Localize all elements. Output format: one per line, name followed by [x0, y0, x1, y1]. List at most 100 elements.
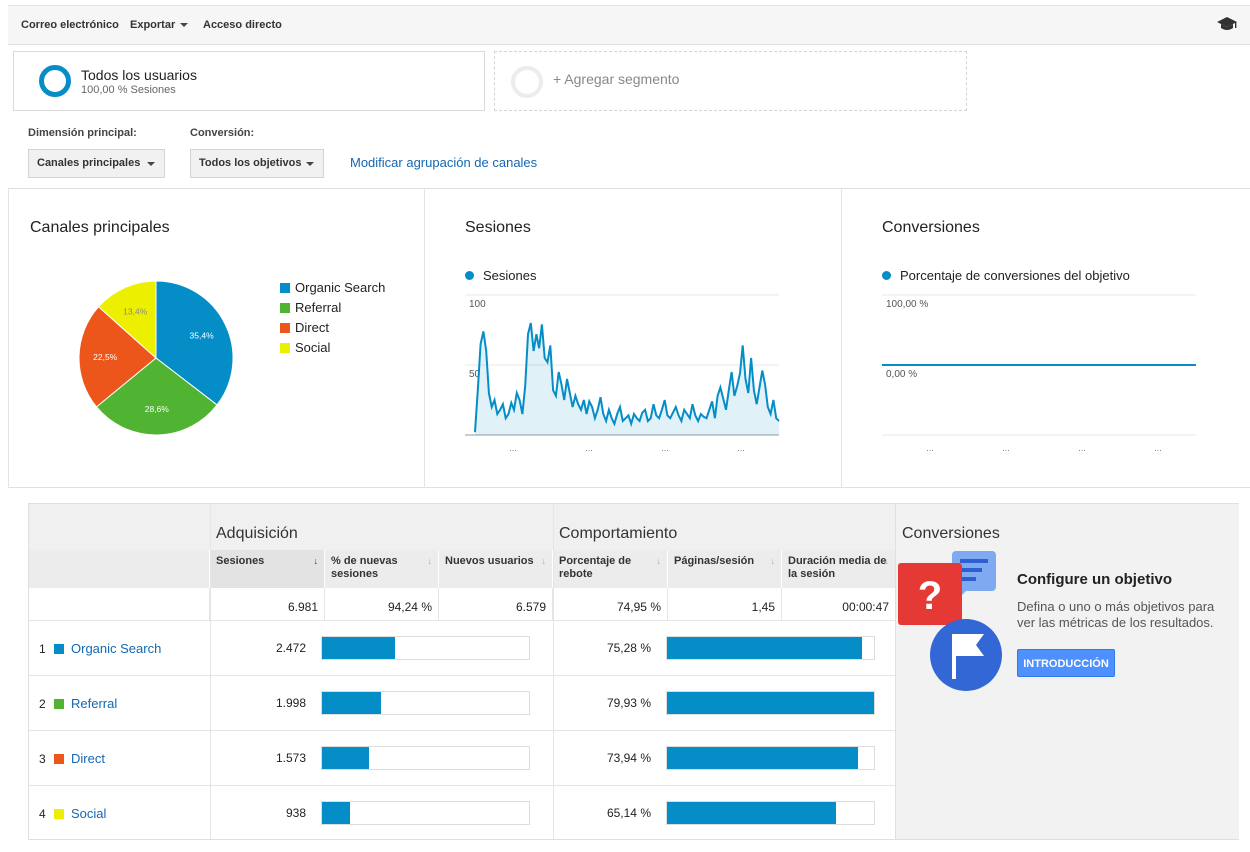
- table-row: 4 Social 938 65,14 %: [29, 785, 896, 840]
- dimension-label: Dimensión principal:: [28, 127, 137, 139]
- x-tick-label: ...: [509, 443, 517, 453]
- legend-label: Referral: [295, 300, 342, 315]
- legend-swatch: [280, 303, 290, 313]
- duration-col-head[interactable]: Duración media de la sesión ↓: [782, 550, 896, 588]
- totals-blank: [29, 588, 210, 620]
- row-number: 4: [39, 807, 46, 821]
- x-tick-label: ...: [661, 443, 669, 453]
- channel-link[interactable]: Referral: [71, 696, 117, 711]
- dimension-value: Canales principales: [37, 157, 141, 169]
- channel-link[interactable]: Social: [71, 806, 106, 821]
- channel-col-head: [29, 550, 210, 588]
- column-divider: [210, 504, 211, 839]
- conversions-panel: Conversiones Porcentaje de conversiones …: [841, 189, 1250, 488]
- pages-col-head[interactable]: Páginas/sesión ↓: [668, 550, 782, 588]
- graduation-cap-icon[interactable]: [1216, 16, 1238, 32]
- export-label: Exportar: [130, 19, 176, 31]
- row-sessions: 2.472: [275, 641, 306, 655]
- add-segment-label: + Agregar segmento: [553, 71, 680, 87]
- behavior-group: Comportamiento: [553, 504, 896, 550]
- dimension-select[interactable]: Canales principales: [28, 149, 165, 178]
- conversions-title: Conversiones: [882, 219, 980, 236]
- legend-swatch: [280, 323, 290, 333]
- legend-item: Direct: [280, 320, 329, 335]
- x-tick-label: ...: [926, 443, 934, 453]
- conversions-chart: 100,00 % 0,00 %............: [882, 294, 1196, 453]
- sessions-panel: Sesiones Sesiones 100 50............: [424, 189, 841, 488]
- y-tick-label: 0,00 %: [886, 369, 917, 380]
- modify-channel-grouping-link[interactable]: Modificar agrupación de canales: [350, 155, 537, 170]
- row-bounce: 79,93 %: [606, 696, 651, 710]
- conversions-box: Conversiones ? Configure un objetivo Def…: [895, 504, 1239, 839]
- email-button[interactable]: Correo electrónico: [21, 19, 119, 31]
- bounce-bar-fill: [667, 637, 862, 659]
- bounce-bar-fill: [667, 692, 874, 714]
- sort-icon[interactable]: ↓: [771, 555, 776, 568]
- acquisition-group: Adquisición: [210, 504, 553, 550]
- table-head-blank: [29, 504, 210, 550]
- add-segment-button[interactable]: + Agregar segmento: [494, 51, 967, 111]
- chevron-down-icon: [306, 162, 314, 166]
- segment-subtitle: 100,00 % Sesiones: [81, 84, 176, 96]
- new-sessions-col-head[interactable]: % de nuevas sesiones ↓: [325, 550, 439, 588]
- sessions-bar: [321, 691, 530, 715]
- shortcut-button[interactable]: Acceso directo: [203, 19, 282, 31]
- export-button[interactable]: Exportar: [130, 19, 189, 31]
- behavior-label: Comportamiento: [559, 525, 678, 542]
- x-tick-label: ...: [1078, 443, 1086, 453]
- sort-desc-icon[interactable]: ↓: [314, 555, 319, 568]
- conversions-title: Configure un objetivo: [1017, 571, 1172, 588]
- total-bounce: 74,95 %: [553, 588, 668, 620]
- conversions-description: Defina o uno o más objetivos para ver la…: [1017, 599, 1215, 630]
- sessions-series-name: Sesiones: [483, 268, 537, 283]
- sessions-chart: 10050............: [465, 294, 780, 453]
- conversion-label: Conversión:: [190, 127, 255, 139]
- sort-icon[interactable]: ↓: [657, 555, 662, 568]
- legend-label: Social: [295, 340, 331, 355]
- row-number: 1: [39, 642, 46, 656]
- sessions-bar-fill: [322, 802, 350, 824]
- pie-chart: 35,4% 28,6% 22,5% 13,4%: [78, 280, 234, 436]
- sessions-series-label: Sesiones: [465, 268, 536, 283]
- channel-link[interactable]: Organic Search: [71, 641, 161, 656]
- table-row: 3 Direct 1.573 73,94 %: [29, 730, 896, 785]
- legend-label: Direct: [295, 320, 329, 335]
- row-number: 3: [39, 752, 46, 766]
- legend-swatch: [280, 283, 290, 293]
- bounce-col-head[interactable]: Porcentaje de rebote ↓: [553, 550, 668, 588]
- sessions-col-head[interactable]: Sesiones ↓: [210, 550, 325, 588]
- bounce-bar-fill: [667, 747, 859, 769]
- segment-all-users[interactable]: Todos los usuarios 100,00 % Sesiones: [13, 51, 485, 111]
- table-row: 2 Referral 1.998 79,93 %: [29, 675, 896, 730]
- sort-icon[interactable]: ↓: [542, 555, 547, 568]
- sessions-bar: [321, 801, 530, 825]
- chevron-down-icon: [147, 162, 155, 166]
- row-bounce: 65,14 %: [606, 806, 651, 820]
- sessions-bar: [321, 636, 530, 660]
- chart-panels: Canales principales 35,4% 28,6% 22,5% 13,4%…: [8, 188, 1250, 488]
- sessions-bar-fill: [322, 637, 396, 659]
- new-sessions-head-label: % de nuevas sesiones: [331, 555, 398, 580]
- acquisition-label: Adquisición: [216, 525, 298, 542]
- goal-flag-icon: ?: [898, 551, 1002, 691]
- sort-icon[interactable]: ↓: [885, 555, 890, 568]
- row-bounce: 73,94 %: [606, 751, 651, 765]
- introduction-button[interactable]: INTRODUCCIÓN: [1017, 649, 1115, 677]
- bounce-bar: [666, 801, 875, 825]
- new-users-col-head[interactable]: Nuevos usuarios ↓: [439, 550, 553, 588]
- bounce-bar: [666, 636, 875, 660]
- total-new-sessions: 94,24 %: [325, 588, 439, 620]
- conversion-select[interactable]: Todos los objetivos: [190, 149, 324, 178]
- channels-table: Adquisición Comportamiento Sesiones ↓ % d…: [28, 503, 1239, 840]
- legend-item: Social: [280, 340, 330, 355]
- pie-slice-label: 35,4%: [190, 331, 215, 341]
- legend-label: Organic Search: [295, 280, 386, 295]
- toolbar: Correo electrónico Exportar Acceso direc…: [8, 5, 1250, 45]
- y-tick-label: 100,00 %: [886, 299, 928, 310]
- pie-slice-label: 22,5%: [93, 352, 118, 362]
- conversions-header: Conversiones: [902, 525, 1000, 542]
- sort-icon[interactable]: ↓: [428, 555, 433, 568]
- segment-ring-empty-icon: [511, 66, 543, 98]
- total-new-users: 6.579: [439, 588, 553, 620]
- channel-link[interactable]: Direct: [71, 751, 105, 766]
